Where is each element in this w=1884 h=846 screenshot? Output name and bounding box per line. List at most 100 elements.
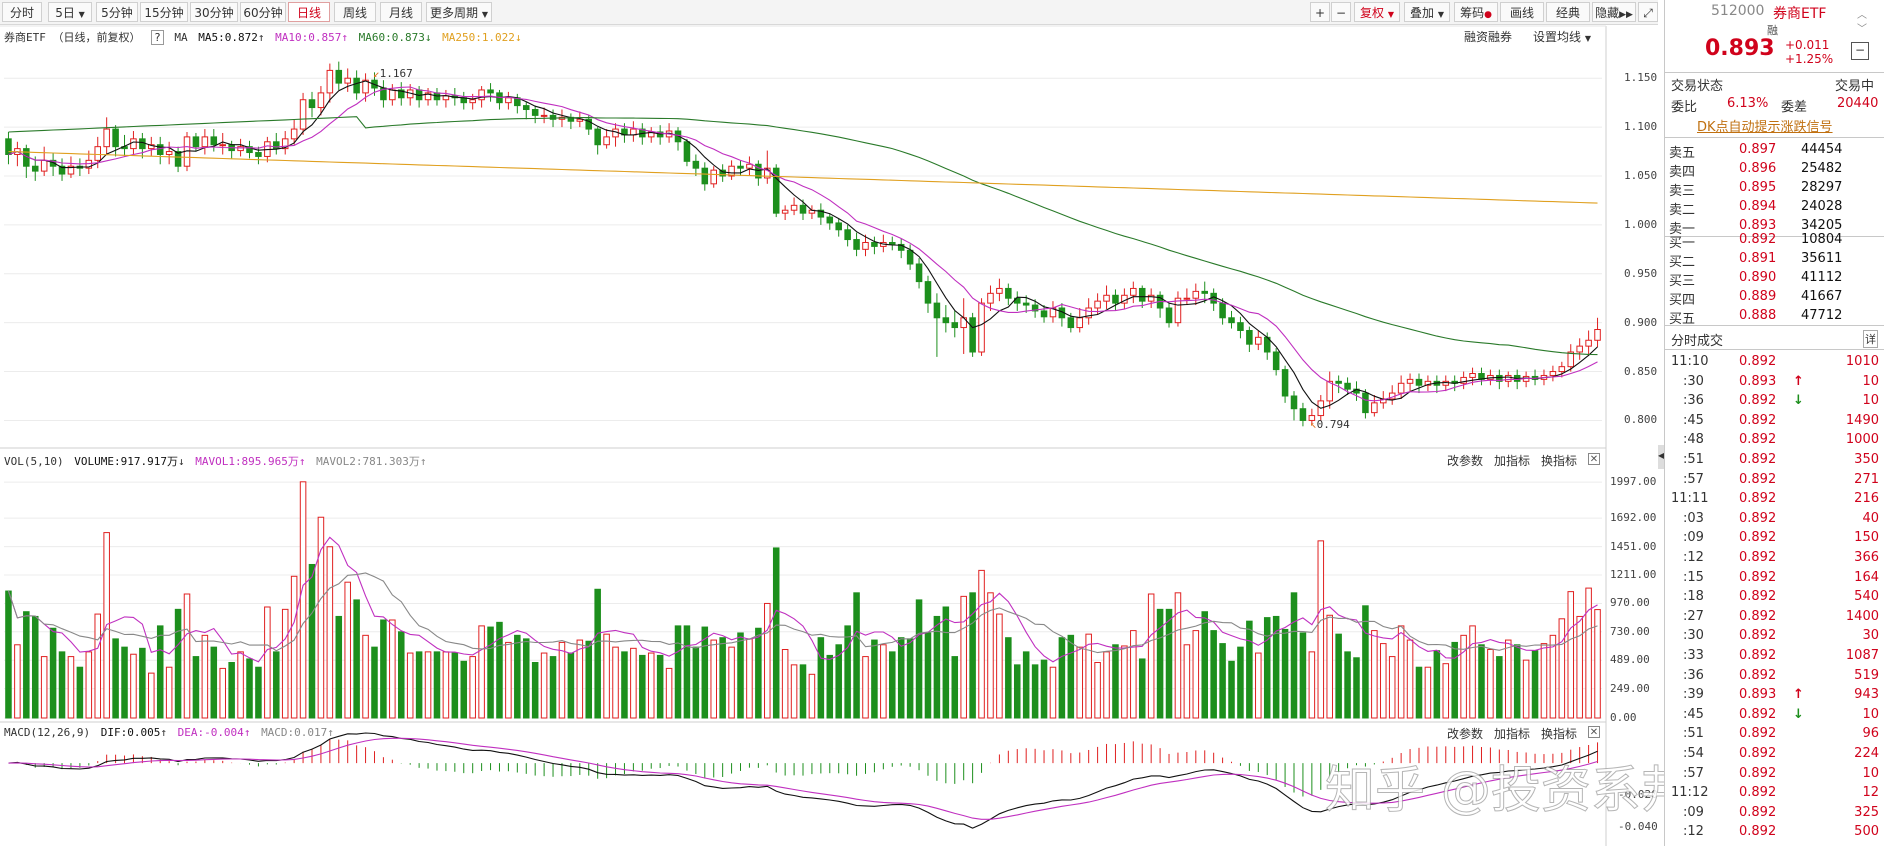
price-tick-label: 1.000 (1624, 217, 1658, 231)
candle-body (1076, 317, 1084, 329)
trade-time: :12 (1683, 824, 1704, 840)
volume-bar (585, 640, 593, 719)
candle-body (835, 222, 842, 231)
volume-bar (299, 481, 307, 719)
volume-bar (1067, 634, 1075, 719)
volume-bar (1531, 650, 1539, 719)
macd-close-icon[interactable]: ✕ (1588, 726, 1600, 738)
trade-volume: 10 (1862, 393, 1879, 409)
macd-switch-indicator-button[interactable]: 换指标 (1541, 725, 1577, 742)
trade-time: :36 (1683, 667, 1704, 683)
volume-bar (1353, 657, 1360, 719)
ask-volume: 24028 (1801, 199, 1843, 214)
volume-bar (531, 661, 539, 719)
candle-body (1362, 392, 1369, 414)
volume-bar (1362, 605, 1369, 719)
bid-row: 买四 0.889 41667 (1665, 287, 1884, 308)
ask-row: 卖三 0.895 28297 (1665, 178, 1884, 199)
candle-body (299, 99, 307, 130)
mavol1-line (7, 536, 1598, 663)
candle-body (1192, 290, 1200, 299)
trade-time: :27 (1683, 608, 1704, 624)
volume-bar (1192, 630, 1200, 719)
volume-bar (1085, 633, 1092, 719)
volume-bar (362, 634, 369, 719)
volume-bar (23, 611, 30, 719)
candle-body (942, 317, 950, 324)
candle-body (933, 302, 941, 319)
trade-row: :09 0.892 150 (1665, 528, 1884, 548)
volume-bar (255, 666, 262, 719)
stock-code: 512000 (1711, 3, 1765, 19)
volume-bar (1451, 641, 1458, 719)
vol-add-indicator-button[interactable]: 加指标 (1494, 452, 1530, 469)
volume-bar (1478, 644, 1485, 719)
chevron-down-icon[interactable]: ﹀ (1857, 20, 1867, 35)
candle-body (174, 151, 182, 167)
trade-row: :54 0.892 224 (1665, 744, 1884, 764)
chevron-up-icon[interactable]: ︿ (1857, 6, 1867, 21)
bid-row: 买一 0.892 10804 (1665, 230, 1884, 251)
candle-body (594, 128, 601, 146)
volume-bar (40, 656, 48, 719)
bid-price: 0.889 (1739, 289, 1777, 304)
candle-body (871, 241, 878, 247)
dk-signal-link[interactable]: DK点自动提示涨跌信号 (1697, 116, 1833, 135)
volume-bar (496, 621, 503, 719)
volume-bar (371, 646, 378, 719)
vol-close-icon[interactable]: ✕ (1588, 453, 1600, 465)
trade-row: :45 0.892 1490 (1665, 411, 1884, 431)
ma5-line (8, 80, 1598, 409)
candle-body (1504, 374, 1512, 382)
trade-volume: 519 (1854, 667, 1879, 683)
volume-bar (978, 569, 985, 719)
trade-volume: 271 (1854, 471, 1879, 487)
trade-time: :57 (1683, 765, 1704, 781)
vol-switch-indicator-button[interactable]: 换指标 (1541, 452, 1577, 469)
minus-icon[interactable]: − (1851, 42, 1869, 60)
candle-body (1594, 329, 1601, 341)
volume-bar (1237, 646, 1244, 719)
volume-bar (1121, 645, 1128, 719)
volume-bar (228, 661, 235, 719)
volume-bar (478, 625, 485, 719)
trade-row: :12 0.892 500 (1665, 822, 1884, 842)
volume-bar (1299, 632, 1307, 719)
trade-time: :48 (1683, 432, 1704, 448)
trade-price: 0.892 (1739, 628, 1777, 644)
volume-bar (487, 626, 494, 719)
trade-price: 0.892 (1739, 706, 1777, 722)
vol-params-button[interactable]: 改参数 (1447, 452, 1483, 469)
ma250-line (8, 151, 1598, 204)
ask-volume: 44454 (1801, 142, 1843, 157)
trade-row: :12 0.892 366 (1665, 548, 1884, 568)
trade-price: 0.892 (1739, 432, 1777, 448)
vol-mavol2: MAVOL2:781.303万 (316, 455, 420, 468)
bid-price: 0.890 (1739, 270, 1777, 285)
weibi-value: 6.13% (1727, 96, 1769, 111)
volume-bar (576, 639, 584, 719)
trade-volume: 500 (1854, 824, 1879, 840)
trade-volume: 224 (1854, 746, 1879, 761)
candle-body (1094, 300, 1101, 309)
candle-body (1130, 287, 1137, 296)
volume-bar (522, 638, 530, 719)
bid-row: 买五 0.888 47712 (1665, 306, 1884, 327)
candle-body (1406, 378, 1414, 384)
trade-time: :39 (1683, 687, 1704, 703)
candle-body (1272, 351, 1280, 371)
volume-bar (612, 646, 619, 719)
candle-body (273, 141, 280, 150)
candle-body (915, 263, 923, 283)
stock-name: 券商ETF (1773, 6, 1827, 22)
volume-bar (165, 666, 173, 719)
macd-add-indicator-button[interactable]: 加指标 (1494, 725, 1530, 742)
volume-bar (1219, 643, 1226, 719)
candle-body (1103, 294, 1110, 302)
trades-detail-button[interactable]: 详 (1863, 330, 1878, 348)
trade-time: :18 (1683, 589, 1704, 605)
candle-body (853, 239, 860, 250)
trade-price: 0.892 (1739, 746, 1777, 761)
volume-bar (799, 664, 807, 719)
macd-params-button[interactable]: 改参数 (1447, 725, 1483, 742)
